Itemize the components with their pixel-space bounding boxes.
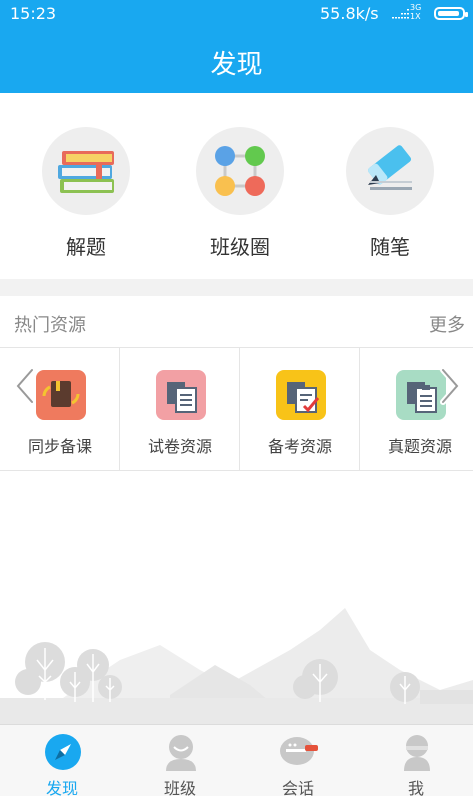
page-title: 发现 [210,50,263,80]
resource-label: 试卷资源 [147,437,212,456]
status-time: 15:23 [10,4,57,23]
resource-exam-prep[interactable]: 备考资源 [240,348,360,470]
network-type: 3G 1X [410,3,422,21]
more-link[interactable]: 更多 [429,311,465,337]
resource-label: 备考资源 [267,437,332,456]
hot-resources-carousel: 同步备课 试卷资源 备考资源 真题资源 [0,348,473,471]
battery-icon [434,7,468,20]
feature-notes-label: 随笔 [370,235,410,259]
class-circle-icon [215,146,265,196]
chevron-right-icon[interactable] [437,366,463,406]
user-icon [404,735,430,771]
compass-icon [45,734,81,770]
feature-grid: 解题 班级圈 随笔 [0,93,473,279]
sync-lesson-icon [36,370,86,420]
feature-class-circle-circle [196,127,284,215]
resource-exam-paper[interactable]: 试卷资源 [120,348,240,470]
tab-discover-label: 发现 [45,779,78,798]
tab-class[interactable]: 班级 [121,725,239,798]
feature-solve-label: 解题 [66,235,106,259]
feature-notes[interactable]: 随笔 [315,127,465,267]
tab-discover[interactable]: 发现 [3,725,121,798]
status-bar: 15:23 55.8k/s 3G 1X [0,0,473,27]
exam-paper-icon [156,370,206,420]
tab-me[interactable]: 我 [357,725,473,798]
resource-label: 同步备课 [27,437,92,456]
feature-notes-circle [346,127,434,215]
title-bar: 发现 [0,27,473,93]
tab-chat[interactable]: 会话 [239,725,357,798]
eraser-pen-icon [368,145,412,190]
feature-class-circle[interactable]: 班级圈 [165,127,315,267]
class-icon [166,735,196,771]
tab-class-label: 班级 [163,779,196,798]
exam-prep-glyph [287,382,320,413]
signal-icon [392,9,409,19]
resource-label: 真题资源 [387,437,452,456]
section-divider [0,279,473,296]
landscape-illustration [0,608,473,724]
chevron-left-icon[interactable] [12,366,38,406]
hot-resources-header: 热门资源 更多 [0,296,473,348]
tab-me-label: 我 [407,779,424,798]
feature-solve[interactable]: 解题 [11,127,161,267]
books-icon [58,151,114,193]
feature-solve-circle [42,127,130,215]
sync-lesson-glyph [42,381,80,407]
feature-class-circle-label: 班级圈 [210,235,270,259]
tab-chat-label: 会话 [281,779,314,798]
hot-resources-title: 热门资源 [14,315,86,336]
battery-fill [438,11,459,16]
exam-prep-icon [276,370,326,420]
bottom-tab-bar: 发现 班级 会话 我 [0,724,473,798]
chat-icon [280,737,318,765]
network-speed: 55.8k/s [320,4,379,23]
exam-paper-glyph [167,382,197,413]
